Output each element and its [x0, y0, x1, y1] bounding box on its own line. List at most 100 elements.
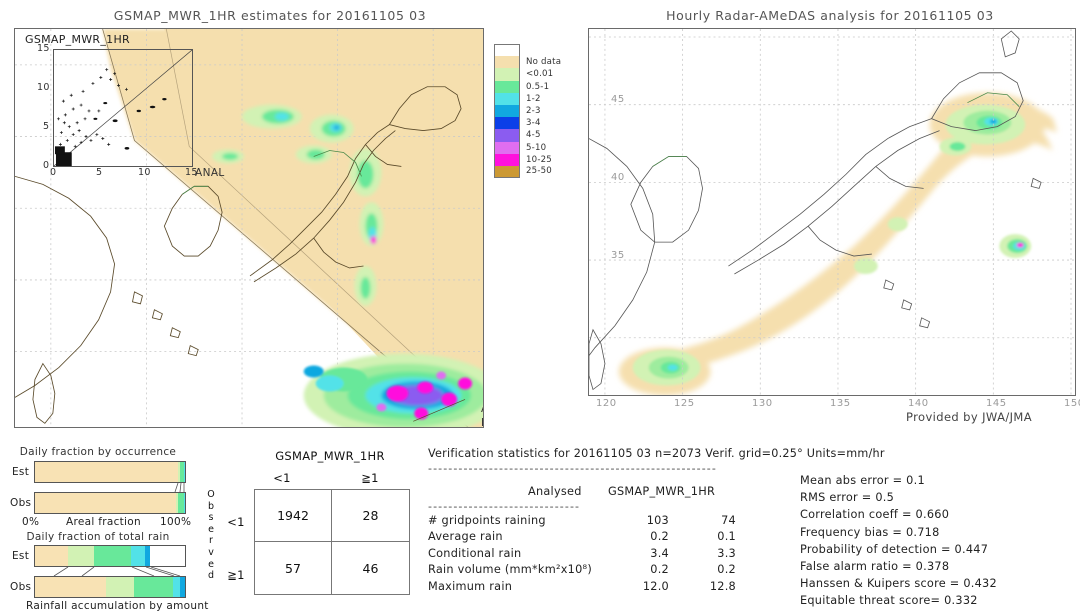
side-label-char: e [208, 523, 214, 535]
right-lon-tick-150: 150 [1064, 398, 1080, 409]
amount-chart-title: Daily fraction of total rain [26, 531, 170, 543]
verification-row-analysed: 103 [646, 513, 669, 527]
contingency-table: 1942 28 57 46 [254, 489, 410, 595]
amount-connector-lines [53, 567, 181, 576]
amt-obs-segment-4 [179, 577, 185, 597]
inset-scatter-points [53, 49, 193, 167]
verification-row-3: Rain volume (mm*km²x10⁸) 0.2 0.2 [428, 562, 808, 579]
inset-x-axis-label: ANAL [195, 167, 225, 179]
amt-obs-segment-0 [35, 577, 106, 597]
amt-est-segment-3 [131, 546, 145, 566]
right-lat-tick-40: 40 [611, 172, 625, 183]
legend-label-4: 1-2 [526, 93, 541, 104]
amount-obs-label: Obs [10, 581, 32, 593]
verification-header: Verification statistics for 20161105 03 … [428, 447, 885, 460]
right-lon-tick-125: 125 [674, 398, 695, 409]
legend-swatch-8: 5-10 [494, 141, 546, 154]
verification-row-label: Conditional rain [428, 546, 522, 560]
contingency-cell-r1-c1: 46 [362, 560, 379, 576]
amount-est-bar [34, 545, 186, 567]
contingency-col-header-lt1: <1 [273, 471, 291, 485]
legend-label-8: 5-10 [526, 142, 547, 153]
contingency-cell-r0-c0: 1942 [255, 490, 332, 542]
contingency-col-header-ge1: ≧1 [361, 471, 379, 485]
side-label-char: d [207, 570, 215, 582]
legend-swatch-9: 10-25 [494, 153, 552, 166]
amt-obs-segment-3 [173, 577, 180, 597]
amt-est-segment-4 [144, 546, 150, 566]
skill-score-2: Correlation coeff = 0.660 [800, 508, 950, 522]
amt-obs-segment-1 [105, 577, 134, 597]
contingency-row-header-lt1: <1 [227, 515, 245, 529]
legend-swatch-4: 1-2 [494, 92, 540, 105]
amt-obs-segment-2 [134, 577, 173, 597]
amount-est-label: Est [12, 550, 30, 562]
inset-x-tick-10: 10 [138, 167, 151, 178]
occurrence-est-bar [34, 461, 186, 483]
amt-est-segment-2 [93, 546, 131, 566]
occ-est-segment-0 [35, 462, 178, 482]
verification-divider-2: ------------------------------ [428, 500, 581, 513]
satellite-label-noaa: NOAA-19/AMSU-A/M-2 [481, 417, 483, 427]
skill-score-7: Equitable threat score= 0.332 [800, 594, 978, 608]
verification-row-label: Maximum rain [428, 579, 513, 593]
legend-label-6: 3-4 [526, 118, 541, 129]
skill-score-6: Hanssen & Kuipers score = 0.432 [800, 577, 997, 591]
legend-swatch-2: <0.01 [494, 68, 553, 81]
side-label-char: b [207, 500, 215, 512]
skill-score-5: False alarm ratio = 0.378 [800, 559, 950, 573]
verification-row-analysed: 0.2 [650, 530, 669, 544]
precipitation-color-legend: No data <0.01 0.5-1 1-2 2-3 3-4 4-5 5-10 10-25 25… [494, 44, 561, 179]
satellite-label-amsr2: AMSR2 [481, 403, 483, 415]
legend-swatch-1: No data [494, 56, 561, 69]
right-map-graphics [589, 29, 1075, 395]
occurrence-axis-label: Areal fraction [66, 516, 141, 528]
legend-swatch-5: 2-3 [494, 104, 540, 118]
side-label-char: v [208, 546, 214, 558]
right-lat-tick-45: 45 [611, 94, 625, 105]
occurrence-obs-bar [34, 492, 186, 514]
occurrence-axis-min: 0% [22, 516, 40, 528]
occurrence-est-label: Est [12, 466, 30, 478]
right-lon-tick-120: 120 [596, 398, 617, 409]
occurrence-chart-title: Daily fraction by occurrence [19, 446, 177, 458]
verification-row-gsmap: 12.8 [709, 579, 736, 593]
right-panel-title: Hourly Radar-AMeDAS analysis for 2016110… [666, 8, 994, 23]
legend-label-5: 2-3 [526, 106, 541, 117]
amt-est-segment-0 [35, 546, 68, 566]
verification-rows: # gridpoints raining 103 74 Average rain 0.2… [428, 513, 808, 596]
contingency-side-label: Observed [206, 489, 216, 582]
legend-label-3: 0.5-1 [526, 81, 550, 92]
amt-est-segment-1 [68, 546, 94, 566]
right-lon-tick-135: 135 [830, 398, 851, 409]
legend-label-2: <0.01 [526, 69, 554, 80]
verification-row-analysed: 3.4 [650, 546, 669, 560]
verification-row-4: Maximum rain 12.0 12.8 [428, 579, 808, 596]
skill-scores-block: Mean abs error = 0.1 RMS error = 0.5 Corre… [800, 472, 1080, 610]
verification-divider: ----------------------------------------… [428, 462, 717, 475]
right-lat-tick-35: 35 [611, 250, 625, 261]
right-lon-tick-130: 130 [752, 398, 773, 409]
contingency-cell-r1-c0: 57 [255, 542, 332, 594]
inset-x-tick-0: 0 [50, 167, 57, 178]
legend-swatch-0 [494, 44, 520, 57]
verification-row-gsmap: 74 [721, 513, 736, 527]
skill-score-4: Probability of detection = 0.447 [800, 542, 989, 556]
verification-row-gsmap: 0.2 [717, 563, 736, 577]
inset-y-tick-5: 5 [43, 121, 50, 132]
verification-row-analysed: 0.2 [650, 563, 669, 577]
map-attribution: Provided by JWA/JMA [906, 410, 1032, 424]
inset-plot-box [53, 49, 193, 167]
contingency-row-header-ge1: ≧1 [227, 568, 245, 582]
amount-obs-bar [34, 576, 186, 598]
legend-label-7: 4-5 [526, 130, 541, 141]
inset-x-tick-5: 5 [96, 167, 103, 178]
legend-swatch-7: 4-5 [494, 129, 540, 142]
occurrence-axis-max: 100% [160, 516, 192, 528]
gsmap-estimate-map: GSMAP_MWR_1HR 15 10 5 0 0 5 10 15 ANAL [14, 28, 484, 428]
verification-row-1: Average rain 0.2 0.1 [428, 529, 808, 546]
right-lon-tick-140: 140 [908, 398, 929, 409]
inset-y-tick-10: 10 [37, 82, 50, 93]
inset-y-tick-15: 15 [37, 43, 50, 54]
verification-row-0: # gridpoints raining 103 74 [428, 513, 808, 530]
